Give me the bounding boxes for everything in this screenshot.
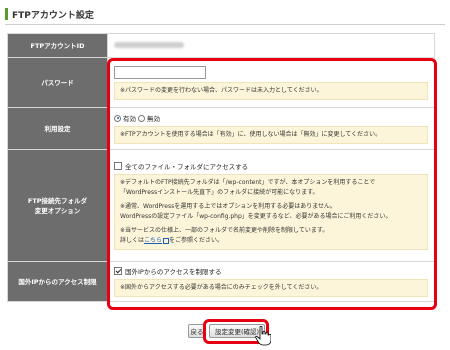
- usage-radio-enabled[interactable]: [114, 114, 121, 122]
- row-folder-option: FTP接続先フォルダ 変更オプション 全てのファイル・フォルダにアクセスする ※…: [7, 149, 435, 262]
- password-label: パスワード: [7, 57, 108, 108]
- folder-option-label-line1: FTP接続先フォルダ: [27, 196, 88, 205]
- folder-note-p2-line1: ※通常、WordPressを運用する上ではオプションを利用する必要はありません。: [120, 203, 337, 210]
- foreign-ip-checkbox-label[interactable]: 国外IPからのアクセスを制限する: [125, 266, 222, 276]
- foreign-ip-field-cell: 国外IPからのアクセスを制限する ※国外からアクセスする必要がある場合にのみチェ…: [107, 261, 435, 302]
- row-foreign-ip: 国外IPからのアクセス制限 国外IPからのアクセスを制限する ※国外からアクセス…: [7, 261, 435, 302]
- hand-cursor-icon: [255, 326, 271, 346]
- page-title-text: FTPアカウント設定: [12, 10, 94, 21]
- folder-access-checkbox[interactable]: [114, 162, 122, 170]
- password-note: ※パスワードの変更を行わない場合、パスワードは未入力としてください。: [114, 81, 428, 100]
- foreign-ip-checkbox-row[interactable]: 国外IPからのアクセスを制限する: [114, 266, 428, 276]
- folder-option-label-line2: 変更オプション: [34, 206, 81, 215]
- usage-field-cell: 有効 無効 ※FTPアカウントを使用する場合は「有効」に、使用しない場合は「無効…: [107, 107, 435, 150]
- account-id-label: FTPアカウントID: [7, 33, 108, 58]
- foreign-ip-note: ※国外からアクセスする必要がある場合にのみチェックを外してください。: [114, 279, 428, 297]
- password-field-cell: ※パスワードの変更を行わない場合、パスワードは未入力としてください。: [107, 57, 435, 108]
- folder-option-label: FTP接続先フォルダ 変更オプション: [7, 149, 108, 262]
- folder-note-p3-line1: ※当サービスの仕様上、一部のフォルダで名前変更や削除を制限しています。: [120, 227, 329, 234]
- ftp-settings-form: FTPアカウントID パスワード ※パスワードの変更を行わない場合、パスワードは…: [7, 33, 435, 302]
- row-account-id: FTPアカウントID: [7, 33, 435, 58]
- foreign-ip-label: 国外IPからのアクセス制限: [7, 261, 108, 302]
- usage-radio-group: 有効 無効: [114, 113, 428, 123]
- folder-note-p2-line2: WordPressの設定ファイル「wp-config.php」を変更するなど、必…: [120, 213, 392, 220]
- page-title: FTPアカウント設定: [5, 6, 94, 22]
- usage-label: 利用設定: [7, 107, 108, 150]
- account-id-value: [107, 33, 435, 58]
- folder-note-p3-prefix: 詳しくは: [120, 237, 145, 244]
- folder-access-checkbox-row[interactable]: 全てのファイル・フォルダにアクセスする: [114, 161, 428, 171]
- folder-access-checkbox-label[interactable]: 全てのファイル・フォルダにアクセスする: [125, 161, 248, 171]
- folder-option-note: ※デフォルトのFTP接続先フォルダは「/wp-content」ですが、本オプショ…: [114, 174, 428, 250]
- back-button[interactable]: 戻る: [188, 324, 206, 338]
- title-accent-bar: [5, 8, 8, 20]
- row-usage: 利用設定 有効 無効 ※FTPアカウントを使用する場合は「有効」に、使用しない場…: [7, 107, 435, 150]
- folder-note-p3-line2: 詳しくはこちら をご参照ください。: [120, 236, 422, 246]
- usage-radio-enabled-label[interactable]: 有効: [123, 113, 136, 123]
- account-id-masked-value: [114, 41, 184, 48]
- details-link[interactable]: こちら: [144, 237, 162, 244]
- folder-note-p1-line2: 「WordPressインストール先直下」のフォルダに接続が可能になります。: [120, 189, 319, 196]
- usage-radio-disabled-label[interactable]: 無効: [147, 113, 160, 123]
- folder-option-field-cell: 全てのファイル・フォルダにアクセスする ※デフォルトのFTP接続先フォルダは「/…: [107, 149, 435, 262]
- usage-radio-disabled[interactable]: [138, 114, 145, 122]
- usage-note: ※FTPアカウントを使用する場合は「有効」に、使用しない場合は「無効」に変更して…: [114, 126, 428, 144]
- foreign-ip-checkbox[interactable]: [114, 267, 122, 275]
- title-divider: [5, 24, 445, 25]
- password-input[interactable]: [114, 65, 206, 79]
- folder-note-p3-suffix: をご参照ください。: [169, 237, 224, 244]
- row-password: パスワード ※パスワードの変更を行わない場合、パスワードは未入力としてください。: [7, 57, 435, 108]
- folder-note-p1-line1: ※デフォルトのFTP接続先フォルダは「/wp-content」ですが、本オプショ…: [120, 179, 376, 186]
